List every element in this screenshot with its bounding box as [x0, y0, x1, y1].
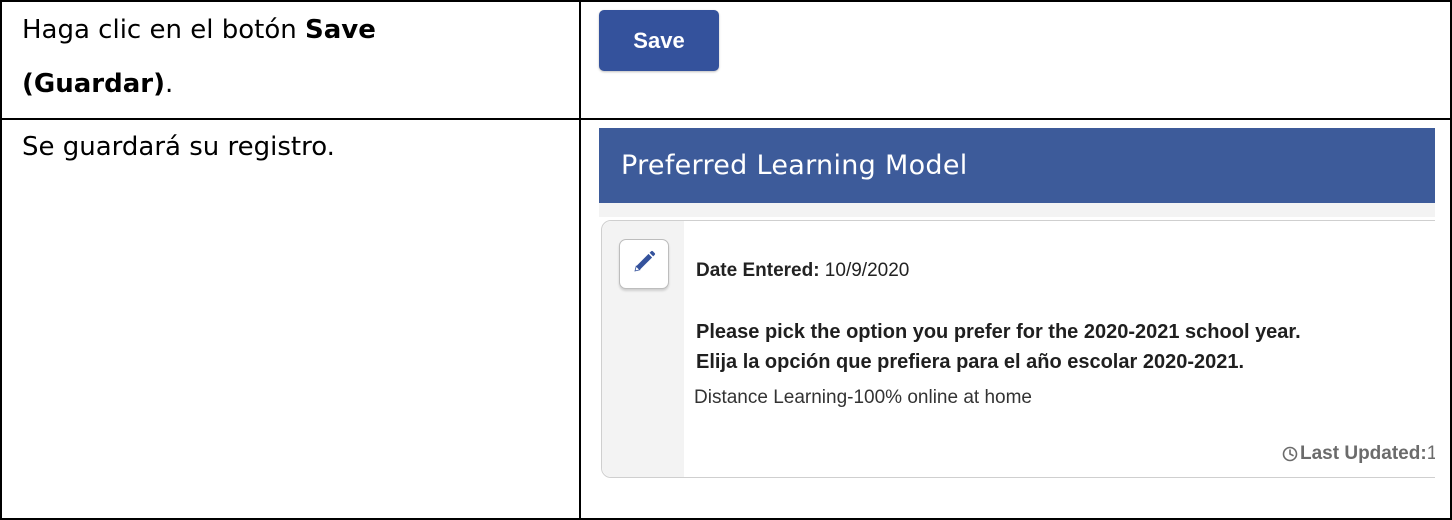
step-instruction-saved: Se guardará su registro. — [22, 132, 335, 162]
date-entered-value: 10/9/2020 — [819, 260, 910, 281]
last-updated: Last Updated: 10/9/2020 9:00 AM — [1282, 443, 1435, 465]
table-border-top — [0, 0, 1452, 2]
answer-value: Distance Learning-100% online at home — [694, 387, 1032, 408]
step-instruction-save: Haga clic en el botón Save (Guardar). — [22, 3, 562, 111]
instruction-table: Haga clic en el botón Save (Guardar). Sav… — [0, 0, 1452, 520]
question-spanish: Elija la opción que prefiera para el año… — [696, 351, 1245, 373]
instruction-period: . — [164, 69, 174, 99]
date-entered: Date Entered: 10/9/2020 — [696, 260, 909, 282]
date-entered-label: Date Entered: — [696, 260, 820, 281]
save-button[interactable]: Save — [599, 10, 719, 71]
preferred-learning-model-panel: Preferred Learning Model Date Entered: 1… — [599, 128, 1435, 486]
panel-title: Preferred Learning Model — [599, 128, 1435, 203]
pencil-icon — [632, 250, 656, 278]
last-updated-label: Last Updated: — [1300, 443, 1427, 464]
last-updated-value: 10/9/2020 9:00 AM — [1426, 443, 1435, 464]
edit-button[interactable] — [619, 239, 669, 289]
instruction-bold-guardar: (Guardar) — [22, 69, 165, 99]
record-card: Date Entered: 10/9/2020 Please pick the … — [601, 220, 1435, 478]
panel-band — [599, 203, 1435, 217]
table-border-left — [0, 0, 2, 520]
question-english: Please pick the option you prefer for th… — [696, 321, 1301, 343]
table-border-divider — [579, 0, 581, 520]
instruction-bold-save: Save — [304, 15, 376, 45]
table-border-middle — [0, 118, 1452, 120]
instruction-text: Haga clic en el botón — [22, 15, 305, 45]
clock-icon — [1282, 446, 1298, 462]
